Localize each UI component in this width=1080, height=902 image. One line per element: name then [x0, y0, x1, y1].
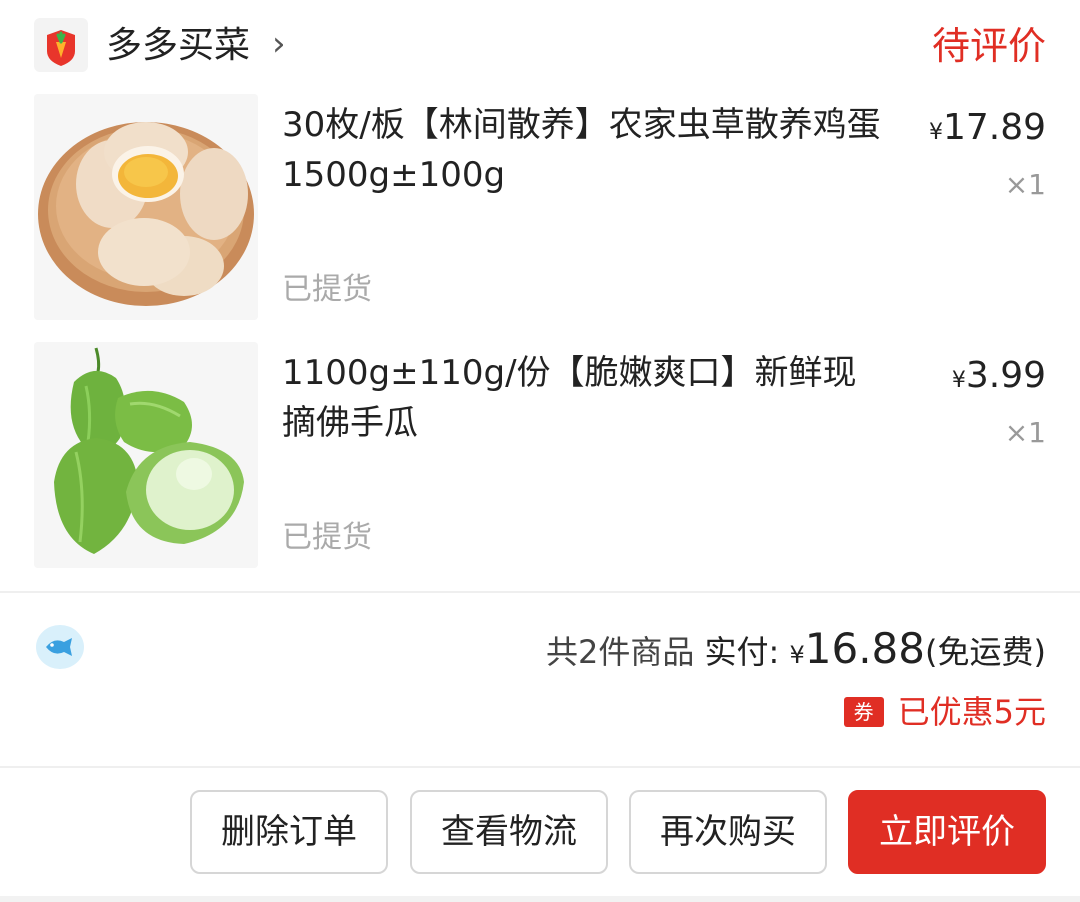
order-item[interactable]: 30枚/板【林间散养】农家虫草散养鸡蛋1500g±100g ¥17.89 ×1 … — [0, 94, 1080, 324]
price-value: 3.99 — [965, 355, 1046, 396]
discount-info: 券 已优惠5元 — [843, 690, 1046, 734]
chevron-right-icon[interactable]: › — [272, 22, 286, 66]
pickup-status: 已提货 — [282, 272, 372, 307]
buy-again-button[interactable]: 再次购买 — [629, 790, 827, 874]
bottom-strip — [0, 896, 1080, 902]
product-price: ¥17.89 — [929, 106, 1046, 155]
product-title[interactable]: 30枚/板【林间散养】农家虫草散养鸡蛋1500g±100g — [282, 100, 882, 200]
currency-symbol: ¥ — [951, 368, 966, 393]
product-quantity: ×1 — [1004, 416, 1046, 449]
order-status-label: 待评价 — [931, 24, 1046, 68]
chayote-product-image[interactable] — [34, 342, 258, 568]
shipping-note: (免运费) — [925, 633, 1046, 671]
product-price: ¥3.99 — [952, 354, 1046, 403]
paid-label: 实付: — [704, 633, 780, 671]
carrot-logo-icon[interactable] — [34, 18, 88, 72]
coupon-badge: 券 — [843, 697, 884, 727]
currency-symbol: ¥ — [789, 641, 805, 669]
order-item[interactable]: 1100g±110g/份【脆嫩爽口】新鲜现摘佛手瓜 ¥3.99 ×1 已提货 — [0, 342, 1080, 572]
discount-text: 已优惠5元 — [897, 693, 1046, 731]
delete-order-button[interactable]: 删除订单 — [190, 790, 388, 874]
paid-amount: 16.88 — [804, 624, 926, 673]
product-quantity: ×1 — [1004, 168, 1046, 201]
price-value: 17.89 — [942, 107, 1046, 148]
store-name-link[interactable]: 多多买菜 — [106, 24, 250, 68]
view-logistics-button[interactable]: 查看物流 — [410, 790, 608, 874]
product-title[interactable]: 1100g±110g/份【脆嫩爽口】新鲜现摘佛手瓜 — [282, 348, 882, 448]
eggs-product-image[interactable] — [34, 94, 258, 320]
currency-symbol: ¥ — [928, 120, 943, 145]
divider — [0, 766, 1080, 768]
review-now-button[interactable]: 立即评价 — [848, 790, 1046, 874]
fish-icon[interactable] — [34, 624, 86, 670]
order-summary: 共2件商品 实付: ¥16.88(免运费) — [546, 624, 1046, 680]
item-count: 共2件商品 — [545, 633, 695, 671]
pickup-status: 已提货 — [282, 520, 372, 555]
divider — [0, 591, 1080, 593]
order-header: 多多买菜 › 待评价 — [0, 0, 1080, 92]
